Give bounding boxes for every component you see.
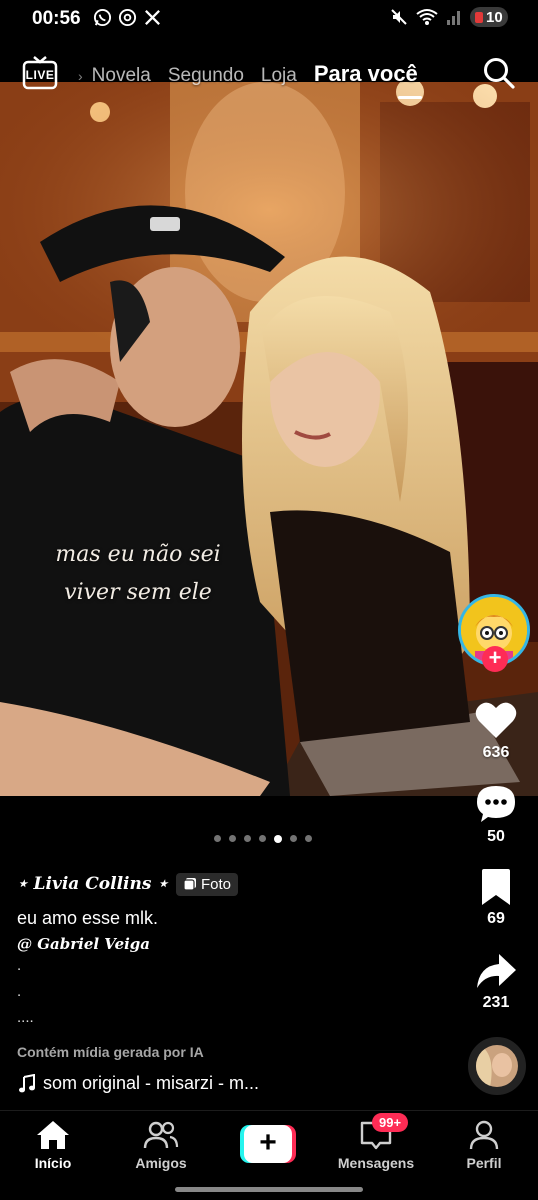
carousel-dot	[229, 835, 236, 842]
save-count: 69	[487, 910, 505, 927]
sound-link[interactable]: som original - misarzi - m...	[17, 1073, 259, 1094]
caption-text[interactable]: eu amo esse mlk.	[17, 908, 457, 929]
ai-generated-label[interactable]: Contém mídia gerada por IA	[17, 1044, 204, 1060]
share-button[interactable]: 231	[466, 952, 526, 1012]
save-button[interactable]: 69	[466, 868, 526, 928]
mute-icon	[391, 9, 407, 25]
bookmark-icon	[482, 869, 510, 905]
carousel-dot	[214, 835, 221, 842]
status-time: 00:56	[32, 8, 81, 29]
photo-badge-label: Foto	[200, 875, 231, 893]
comment-button[interactable]: 50	[466, 784, 526, 846]
signal-icon	[447, 11, 460, 25]
sound-disc[interactable]	[468, 1037, 526, 1095]
live-button[interactable]: LIVE	[22, 56, 58, 90]
profile-icon	[469, 1120, 499, 1150]
overlay-text-line-2: viver sem ele	[64, 580, 212, 605]
tab-loja[interactable]: Loja	[261, 65, 297, 87]
status-bar: 00:56 10	[0, 0, 538, 40]
nav-messages-label: Mensagens	[337, 1155, 415, 1171]
like-count: 636	[482, 744, 510, 761]
photo-illustration	[0, 82, 538, 796]
search-icon[interactable]	[482, 56, 516, 90]
status-notification-icons	[93, 8, 162, 27]
sound-cover-image	[476, 1045, 518, 1087]
carousel-dot	[244, 835, 251, 842]
nav-home[interactable]: Início	[8, 1119, 98, 1171]
comment-icon	[477, 786, 515, 822]
carousel-dot	[259, 835, 266, 842]
carousel-dot-active	[274, 834, 282, 843]
battery-indicator: 10	[470, 7, 508, 27]
friends-icon	[143, 1121, 179, 1149]
messages-badge: 99+	[372, 1113, 409, 1132]
author-name[interactable]: ⋆ Livia Collins ⋆	[17, 874, 168, 894]
nav-profile[interactable]: Perfil	[439, 1119, 529, 1171]
tab-hint: ›	[78, 68, 83, 84]
plus-icon: +	[244, 1125, 292, 1163]
heart-icon	[475, 702, 517, 738]
battery-level: 10	[486, 8, 503, 26]
tab-novela[interactable]: Novela	[92, 65, 151, 87]
photo-badge: Foto	[175, 872, 238, 896]
create-button[interactable]: +	[240, 1125, 296, 1163]
overlay-text-line-1: mas eu não sei	[55, 542, 221, 567]
nav-friends[interactable]: Amigos	[116, 1119, 206, 1171]
home-icon	[37, 1121, 69, 1149]
wifi-icon	[416, 9, 438, 25]
comment-count: 50	[487, 828, 505, 845]
status-system-icons: 10	[390, 7, 508, 27]
active-tab-indicator	[398, 96, 422, 99]
photo-stack-icon	[183, 878, 196, 891]
threads-icon	[118, 8, 137, 27]
share-count: 231	[482, 994, 510, 1011]
home-indicator	[175, 1187, 363, 1192]
tab-para-voce[interactable]: Para você	[314, 61, 418, 87]
like-button[interactable]: 636	[466, 700, 526, 762]
nav-profile-label: Perfil	[466, 1155, 502, 1171]
nav-friends-label: Amigos	[135, 1155, 187, 1171]
author-row: ⋆ Livia Collins ⋆ Foto	[17, 870, 457, 898]
x-icon	[145, 10, 160, 25]
carousel-dot	[290, 835, 297, 842]
live-label: LIVE	[25, 68, 55, 82]
caption-dot-line: ....	[17, 1009, 34, 1026]
whatsapp-icon	[93, 8, 112, 27]
caption-dot-line: .	[17, 957, 22, 974]
creator-avatar[interactable]: +	[458, 594, 532, 672]
feed-tabs: › Novela Segundo Loja Para você	[78, 61, 418, 87]
mention-link[interactable]: @ Gabriel Veiga	[17, 935, 457, 953]
caption-dot-line: .	[17, 983, 22, 1000]
share-arrow-icon	[477, 954, 516, 988]
top-nav: LIVE › Novela Segundo Loja Para você	[0, 52, 538, 99]
carousel-indicator	[214, 834, 312, 843]
post-photo[interactable]: mas eu não sei viver sem ele	[0, 82, 538, 796]
nav-home-label: Início	[34, 1155, 72, 1171]
post-caption: ⋆ Livia Collins ⋆ Foto eu amo esse mlk. …	[17, 870, 457, 1031]
carousel-dot	[305, 835, 312, 842]
sound-title: som original - misarzi - m...	[43, 1073, 260, 1093]
follow-plus-button[interactable]: +	[482, 646, 508, 672]
tab-segundo[interactable]: Segundo	[168, 65, 244, 87]
music-note-icon	[19, 1073, 35, 1092]
